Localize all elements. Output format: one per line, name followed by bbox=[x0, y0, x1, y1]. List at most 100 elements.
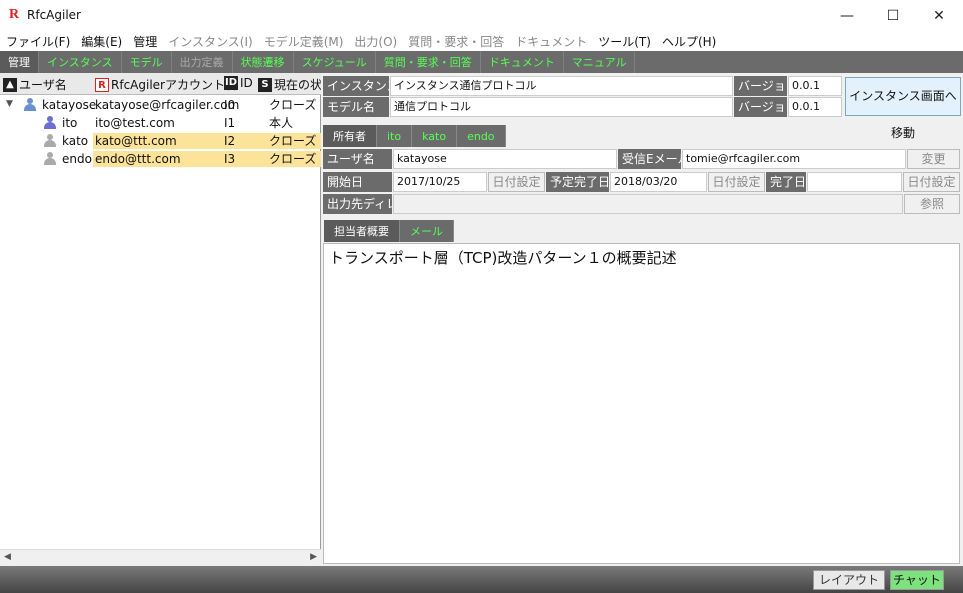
owner-tab-0[interactable]: 所有者 bbox=[323, 125, 377, 147]
rfcagiler-icon: R bbox=[95, 77, 109, 92]
model-version-field[interactable]: 0.0.1 bbox=[788, 97, 842, 117]
receive-email-field[interactable]: tomie@rfcagiler.com bbox=[682, 149, 906, 169]
planned-completion-field[interactable]: 2018/03/20 bbox=[610, 172, 707, 192]
user-name-label: ユーザ名 bbox=[323, 149, 392, 169]
main-tab-1[interactable]: インスタンス bbox=[39, 51, 122, 73]
set-planned-date-button[interactable]: 日付設定 bbox=[708, 172, 765, 192]
receive-email-label: 受信Eメール bbox=[618, 149, 681, 169]
model-name-label: モデル名 bbox=[323, 97, 389, 117]
column-header-status-label: 現在の状 bbox=[274, 78, 323, 92]
layout-button[interactable]: レイアウト bbox=[813, 570, 885, 590]
set-start-date-button[interactable]: 日付設定 bbox=[488, 172, 545, 192]
user-tree-panel: ▲ ユーザ名 R RfcAgilerアカウント名 ID ID S 現在の状 ▼ k… bbox=[0, 73, 322, 566]
menu-item-8[interactable]: ツール(T) bbox=[598, 33, 651, 50]
column-header-account-label: RfcAgilerアカウント名 bbox=[111, 78, 237, 92]
owner-tab-strip: 所有者 ito kato endo bbox=[323, 125, 506, 147]
description-textarea[interactable]: トランスポート層（TCP)改造パターン１の概要記述 bbox=[323, 243, 960, 564]
tree-row[interactable]: endo endo@ttt.com I3 クローズ bbox=[0, 150, 321, 168]
menu-item-6[interactable]: 質問・要求・回答 bbox=[408, 33, 504, 50]
title-bar: R RfcAgiler — ☐ ✕ bbox=[0, 0, 963, 31]
tree-row[interactable]: ▼ katayose katayose@rfcagiler.com I0 クローズ bbox=[0, 96, 321, 114]
scroll-left-icon[interactable]: ◀ bbox=[4, 552, 11, 562]
menu-item-7[interactable]: ドキュメント bbox=[515, 33, 587, 50]
menu-item-0[interactable]: ファイル(F) bbox=[6, 33, 70, 50]
status-bar: レイアウト チャット bbox=[0, 566, 963, 593]
output-dir-label: 出力先ディレ bbox=[323, 194, 392, 214]
status-icon: S bbox=[258, 77, 272, 92]
main-tab-8[interactable]: マニュアル bbox=[563, 51, 636, 73]
completion-date-label: 完了日 bbox=[766, 172, 806, 192]
detail-tab-strip: 担当者概要 メール bbox=[324, 220, 454, 242]
start-date-field[interactable]: 2017/10/25 bbox=[393, 172, 487, 192]
main-tab-strip: 管理 インスタンス モデル 出力定義 状態遷移 スケジュール 質問・要求・回答 ドキュメントマ… bbox=[0, 51, 963, 73]
user-name-cell: ito bbox=[62, 116, 78, 130]
main-tab-4[interactable]: 状態遷移 bbox=[232, 51, 294, 73]
chat-button[interactable]: チャット bbox=[890, 570, 944, 590]
owner-tab-2[interactable]: kato bbox=[412, 125, 458, 147]
minimize-button[interactable]: — bbox=[824, 0, 870, 31]
main-tab-5[interactable]: スケジュール bbox=[293, 51, 376, 73]
person-icon: ▲ bbox=[3, 77, 17, 92]
output-dir-field[interactable] bbox=[393, 194, 903, 214]
menu-item-4[interactable]: モデル定義(M) bbox=[264, 33, 344, 50]
completion-date-field[interactable] bbox=[807, 172, 902, 192]
status-cell: クローズ bbox=[267, 151, 321, 167]
tree-header: ▲ ユーザ名 R RfcAgilerアカウント名 ID ID S 現在の状 bbox=[0, 73, 322, 95]
account-cell: kato@ttt.com bbox=[93, 133, 221, 149]
user-icon bbox=[44, 116, 56, 129]
main-tab-6[interactable]: 質問・要求・回答 bbox=[375, 51, 481, 73]
id-cell: I0 bbox=[224, 98, 236, 112]
id-icon: ID bbox=[224, 76, 238, 90]
menu-item-9[interactable]: ヘルプ(H) bbox=[662, 33, 716, 50]
model-name-field[interactable]: 通信プロトコル bbox=[390, 97, 733, 117]
status-cell: クローズ bbox=[269, 98, 317, 112]
start-date-label: 開始日 bbox=[323, 172, 392, 192]
maximize-button[interactable]: ☐ bbox=[870, 0, 916, 31]
main-tab-7[interactable]: ドキュメント bbox=[480, 51, 564, 73]
menu-item-3[interactable]: インスタンス(I) bbox=[168, 33, 252, 50]
main-tab-3[interactable]: 出力定義 bbox=[171, 51, 233, 73]
expand-icon[interactable]: ▼ bbox=[6, 99, 13, 109]
column-header-id-label: ID bbox=[240, 76, 253, 90]
horizontal-scrollbar[interactable]: ◀ ▶ bbox=[0, 549, 321, 566]
tree-row[interactable]: kato kato@ttt.com I2 クローズ bbox=[0, 132, 321, 150]
instance-name-field[interactable]: インスタンス通信プロトコル bbox=[390, 76, 733, 96]
column-header-user-label: ユーザ名 bbox=[19, 78, 67, 92]
instance-version-label: バージョン bbox=[734, 76, 787, 96]
detail-panel: インスタンス名 インスタンス通信プロトコル バージョン 0.0.1 モデル名 通… bbox=[321, 73, 963, 566]
account-cell: endo@ttt.com bbox=[93, 151, 221, 167]
user-name-cell: katayose bbox=[42, 98, 97, 112]
id-cell: I1 bbox=[224, 116, 236, 130]
move-to-instance-button[interactable]: インスタンス画面へ移動 bbox=[845, 77, 961, 140]
scroll-right-icon[interactable]: ▶ bbox=[310, 552, 317, 562]
detail-tab-1[interactable]: メール bbox=[400, 220, 454, 242]
column-header-account[interactable]: R RfcAgilerアカウント名 bbox=[95, 76, 237, 93]
user-name-cell: kato bbox=[62, 134, 89, 148]
planned-completion-label: 予定完了日 bbox=[546, 172, 609, 192]
detail-tab-0[interactable]: 担当者概要 bbox=[324, 220, 400, 242]
main-tab-0[interactable]: 管理 bbox=[0, 51, 39, 73]
change-button[interactable]: 変更 bbox=[907, 149, 960, 169]
user-icon bbox=[24, 98, 36, 111]
user-name-cell: endo bbox=[62, 152, 92, 166]
browse-button[interactable]: 参照 bbox=[904, 194, 960, 214]
menu-item-1[interactable]: 編集(E) bbox=[81, 33, 122, 50]
owner-tab-1[interactable]: ito bbox=[377, 125, 413, 147]
user-icon bbox=[44, 152, 56, 165]
app-logo-icon: R bbox=[9, 7, 20, 22]
set-completion-date-button[interactable]: 日付設定 bbox=[903, 172, 960, 192]
main-tab-2[interactable]: モデル bbox=[121, 51, 172, 73]
app-title: RfcAgiler bbox=[27, 8, 81, 22]
menu-item-5[interactable]: 出力(O) bbox=[354, 33, 397, 50]
column-header-user[interactable]: ▲ ユーザ名 bbox=[3, 76, 67, 93]
status-cell: 本人 bbox=[269, 116, 294, 130]
user-name-field[interactable]: katayose bbox=[393, 149, 617, 169]
close-button[interactable]: ✕ bbox=[916, 0, 962, 31]
owner-tab-3[interactable]: endo bbox=[457, 125, 506, 147]
instance-version-field[interactable]: 0.0.1 bbox=[788, 76, 842, 96]
menu-item-2[interactable]: 管理 bbox=[133, 33, 157, 50]
column-header-id[interactable]: ID ID bbox=[224, 76, 253, 90]
column-header-status[interactable]: S 現在の状 bbox=[258, 76, 322, 93]
tree-row[interactable]: ito ito@test.com I1 本人 bbox=[0, 114, 321, 132]
id-cell: I3 bbox=[221, 151, 267, 167]
